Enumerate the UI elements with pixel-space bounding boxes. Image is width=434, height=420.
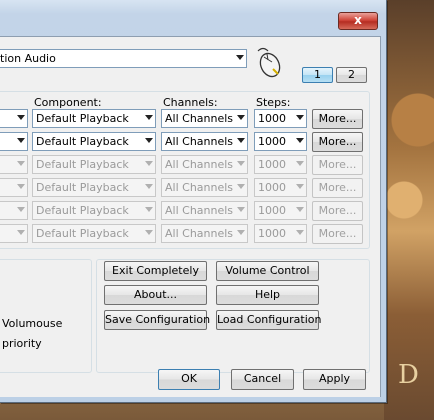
priority-label: priority [2,337,42,350]
channels-select[interactable]: All Channels [161,201,248,220]
steps-value: 1000 [258,204,286,217]
chevron-down-icon [296,207,304,212]
chevron-down-icon [237,115,245,120]
component-value: Default Playback [36,181,129,194]
help-button[interactable]: Help [216,285,319,305]
chevron-down-icon [17,184,25,189]
chevron-down-icon [17,138,25,143]
mixer-line-select[interactable] [0,178,28,197]
component-value: Default Playback [36,135,129,148]
mixer-line-select[interactable] [0,224,28,243]
component-select[interactable]: Default Playback [32,132,156,151]
channels-select[interactable]: All Channels [161,109,248,128]
chevron-down-icon [236,55,244,60]
steps-value: 1000 [258,112,286,125]
channels-value: All Channels [165,158,234,171]
mixer-line-select[interactable] [0,109,28,128]
chevron-down-icon [145,161,153,166]
component-select[interactable]: Default Playback [32,224,156,243]
more-button[interactable]: More... [312,109,363,129]
volumouse-window: x tion Audio 1 2 Component: Channels: St… [0,0,387,403]
chevron-down-icon [237,138,245,143]
channels-header: Channels: [163,96,218,109]
channels-value: All Channels [165,227,234,240]
steps-header: Steps: [256,96,291,109]
channels-select[interactable]: All Channels [161,132,248,151]
mixer-line-select[interactable] [0,132,28,151]
chevron-down-icon [237,207,245,212]
load-configuration-button[interactable]: Load Configuration [216,310,321,330]
chevron-down-icon [145,230,153,235]
chevron-down-icon [296,230,304,235]
desktop-background [384,0,434,420]
channels-value: All Channels [165,181,234,194]
more-button[interactable]: More... [312,201,363,221]
page-tab-2[interactable]: 2 [336,67,367,83]
channels-value: All Channels [165,135,234,148]
steps-select[interactable]: 1000 [254,224,307,243]
chevron-down-icon [296,115,304,120]
volumouse-label: Volumouse [2,317,63,330]
chevron-down-icon [237,184,245,189]
chevron-down-icon [296,138,304,143]
chevron-down-icon [17,207,25,212]
steps-select[interactable]: 1000 [254,201,307,220]
chevron-down-icon [145,115,153,120]
device-select-value: tion Audio [0,52,56,65]
page-tab-1[interactable]: 1 [302,67,333,83]
exit-completely-button[interactable]: Exit Completely [104,261,207,281]
component-header: Component: [34,96,102,109]
chevron-down-icon [145,184,153,189]
channels-value: All Channels [165,204,234,217]
chevron-down-icon [237,161,245,166]
steps-value: 1000 [258,158,286,171]
component-value: Default Playback [36,227,129,240]
more-button[interactable]: More... [312,155,363,175]
mixer-line-select[interactable] [0,155,28,174]
mouse-icon [257,47,281,78]
options-group [0,259,92,373]
steps-value: 1000 [258,181,286,194]
component-value: Default Playback [36,204,129,217]
about-button[interactable]: About... [104,285,207,305]
steps-select[interactable]: 1000 [254,155,307,174]
device-select[interactable]: tion Audio [0,49,247,68]
steps-select[interactable]: 1000 [254,178,307,197]
close-button[interactable]: x [338,12,378,30]
channels-select[interactable]: All Channels [161,224,248,243]
window-client: tion Audio 1 2 Component: Channels: Step… [0,36,381,397]
channels-select[interactable]: All Channels [161,155,248,174]
chevron-down-icon [145,138,153,143]
component-select[interactable]: Default Playback [32,109,156,128]
chevron-down-icon [17,230,25,235]
channels-select[interactable]: All Channels [161,178,248,197]
chevron-down-icon [17,115,25,120]
more-button[interactable]: More... [312,132,363,152]
chevron-down-icon [145,207,153,212]
chevron-down-icon [296,161,304,166]
component-select[interactable]: Default Playback [32,155,156,174]
steps-value: 1000 [258,135,286,148]
component-value: Default Playback [36,158,129,171]
steps-value: 1000 [258,227,286,240]
mixer-line-select[interactable] [0,201,28,220]
component-select[interactable]: Default Playback [32,178,156,197]
component-value: Default Playback [36,112,129,125]
chevron-down-icon [17,161,25,166]
ok-button[interactable]: OK [158,369,220,390]
chevron-down-icon [237,230,245,235]
channels-value: All Channels [165,112,234,125]
more-button[interactable]: More... [312,224,363,244]
cancel-button[interactable]: Cancel [231,369,294,390]
desktop-text: D [398,360,421,390]
more-button[interactable]: More... [312,178,363,198]
save-configuration-button[interactable]: Save Configuration [104,310,210,330]
volume-control-button[interactable]: Volume Control [216,261,319,281]
steps-select[interactable]: 1000 [254,109,307,128]
apply-button[interactable]: Apply [303,369,366,390]
component-select[interactable]: Default Playback [32,201,156,220]
chevron-down-icon [296,184,304,189]
steps-select[interactable]: 1000 [254,132,307,151]
